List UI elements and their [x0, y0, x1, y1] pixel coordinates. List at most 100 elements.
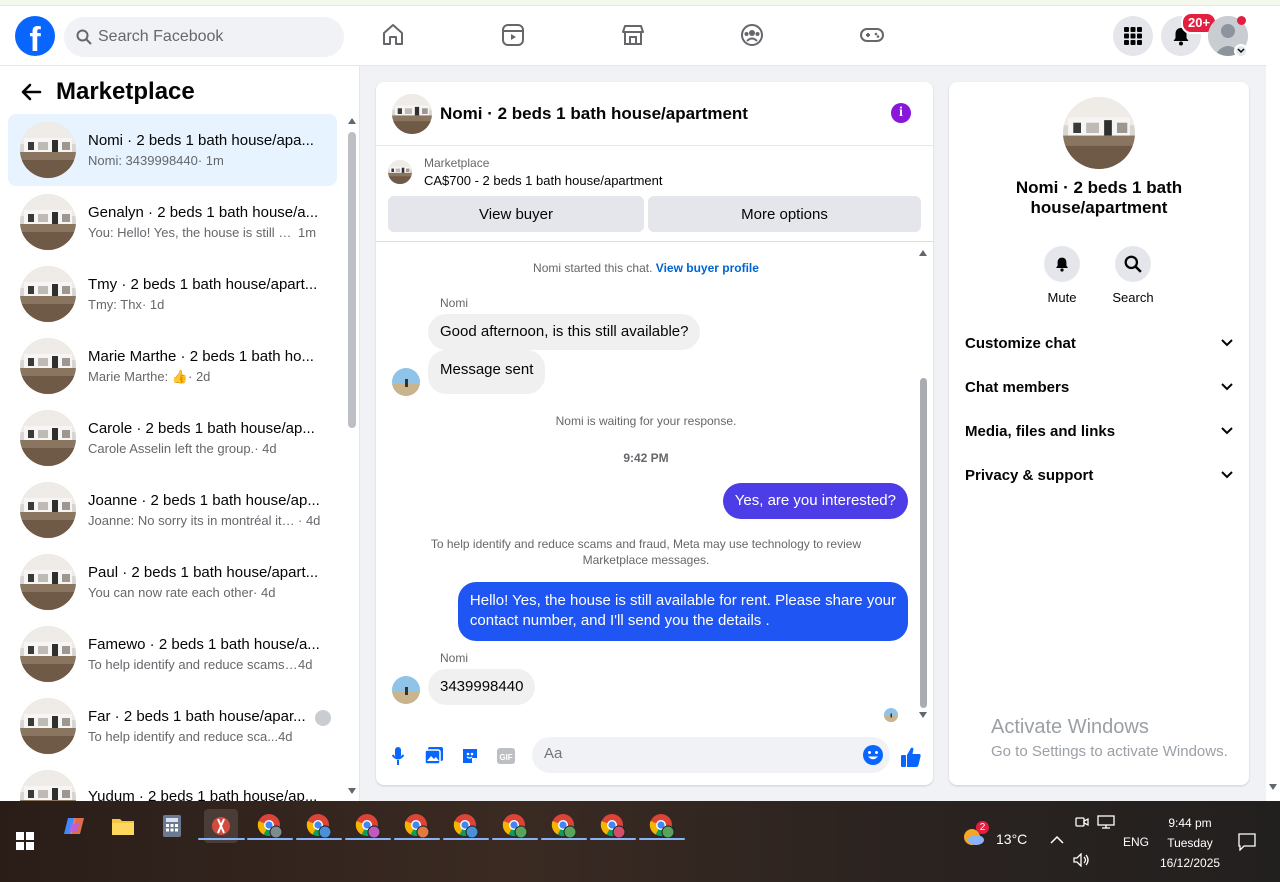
conversation-snippet: Carole Asselin left the group. [88, 441, 255, 456]
view-buyer-profile-link[interactable]: View buyer profile [656, 261, 759, 275]
page-scrollbar[interactable] [1266, 6, 1280, 801]
chevron-up-icon[interactable] [1050, 835, 1064, 844]
scroll-up-arrow-icon[interactable] [348, 118, 356, 124]
conversation-snippet-row: Nomi: 3439998440 · 1m [88, 153, 328, 168]
open-app-indicator [639, 838, 685, 840]
conversation-name: Famewo · 2 beds 1 bath house/a... [88, 636, 320, 653]
sender-avatar[interactable] [392, 676, 420, 704]
conversation-item[interactable]: Nomi · 2 beds 1 bath house/apa... Nomi: 3… [8, 114, 337, 186]
conversation-time: · 1m [197, 153, 224, 168]
chat-started-text: Nomi started this chat. [533, 261, 653, 275]
microphone-icon[interactable] [387, 745, 409, 767]
privacy-support-section[interactable]: Privacy & support [965, 457, 1233, 493]
scroll-down-arrow-icon[interactable] [919, 712, 927, 718]
video-icon[interactable] [498, 20, 528, 50]
meet-now-icon[interactable] [1075, 815, 1089, 829]
chat-scroll-thumb[interactable] [920, 378, 927, 708]
thumbs-up-icon[interactable] [899, 745, 923, 769]
conversation-name: Joanne · 2 beds 1 bath house/ap... [88, 492, 320, 509]
section-label: Customize chat [965, 334, 1076, 352]
conversation-item[interactable]: Genalyn · 2 beds 1 bath house/a... You: H… [8, 186, 337, 258]
scroll-down-arrow-icon[interactable] [1269, 784, 1277, 790]
gaming-icon[interactable] [857, 20, 887, 50]
media-files-links-section[interactable]: Media, files and links [965, 413, 1233, 449]
home-icon[interactable] [378, 20, 408, 50]
scroll-down-arrow-icon[interactable] [348, 788, 356, 794]
search-label: Search [1112, 290, 1154, 305]
menu-grid-button[interactable] [1113, 16, 1153, 56]
groups-icon[interactable] [737, 20, 767, 50]
copilot-icon[interactable] [57, 809, 91, 843]
windows-start-icon[interactable] [8, 824, 42, 858]
search-input[interactable] [98, 28, 318, 46]
chat-members-section[interactable]: Chat members [965, 369, 1233, 405]
conversation-item[interactable]: Tmy · 2 beds 1 bath house/apart... Tmy: T… [8, 258, 337, 330]
listing-photo[interactable] [1063, 97, 1135, 169]
conversation-item[interactable]: Famewo · 2 beds 1 bath house/a... To help… [8, 618, 337, 690]
marketplace-icon[interactable] [618, 20, 648, 50]
message-input-box[interactable] [532, 737, 890, 773]
search-box[interactable] [64, 17, 344, 57]
customize-chat-section[interactable]: Customize chat [965, 325, 1233, 361]
outgoing-message[interactable]: Yes, are you interested? [722, 483, 908, 519]
conversation-snippet-row: To help identify and reduce sca... 4d [88, 729, 328, 744]
conversation-item[interactable]: Yudum · 2 beds 1 bath house/ap... [8, 762, 337, 801]
conversation-item[interactable]: Marie Marthe · 2 beds 1 bath ho... Marie … [8, 330, 337, 402]
notifications-button[interactable]: 20+ [1161, 12, 1218, 56]
incoming-message[interactable]: 3439998440 [428, 669, 536, 705]
language-indicator[interactable]: ENG [1123, 835, 1149, 849]
info-icon[interactable]: i [891, 103, 911, 123]
watermark-title: Activate Windows [991, 716, 1149, 738]
network-icon[interactable] [1097, 815, 1115, 829]
conversation-item[interactable]: Joanne · 2 beds 1 bath house/ap... Joanne… [8, 474, 337, 546]
photo-icon[interactable] [423, 745, 445, 767]
conversation-item[interactable]: Paul · 2 beds 1 bath house/apart... You c… [8, 546, 337, 618]
incoming-message[interactable]: Message sent [428, 350, 546, 394]
sender-avatar[interactable] [392, 368, 420, 396]
chevron-down-icon [1221, 427, 1233, 435]
conversation-item[interactable]: Far · 2 beds 1 bath house/apar... To help… [8, 690, 337, 762]
chat-title[interactable]: Nomi · 2 beds 1 bath house/apartment [440, 104, 748, 124]
conversation-snippet: Joanne: No sorry its in montréal its... [88, 513, 298, 528]
listing-thumbnail[interactable] [388, 160, 412, 184]
conversation-name: Marie Marthe · 2 beds 1 bath ho... [88, 347, 314, 365]
conversation-snippet-row: You can now rate each other · 4d [88, 585, 328, 600]
view-buyer-button[interactable]: View buyer [388, 196, 644, 232]
conversation-time: · 2d [188, 368, 211, 384]
open-app-indicator [345, 838, 391, 840]
calculator-icon[interactable] [155, 809, 189, 843]
sticker-icon[interactable] [459, 745, 481, 767]
emoji-icon[interactable] [862, 744, 884, 766]
conversation-snippet: You: Hello! Yes, the house is still av..… [88, 225, 298, 240]
search-conversation-button[interactable]: Search [1098, 246, 1168, 305]
listing-price-title[interactable]: CA$700 - 2 beds 1 bath house/apartment [424, 173, 663, 188]
back-arrow-icon[interactable] [20, 81, 42, 103]
system-clock[interactable]: 9:44 pm Tuesday 16/12/2025 [1160, 813, 1220, 873]
conversation-time: 4d [278, 729, 293, 744]
grid-icon [1124, 27, 1142, 45]
notification-center-icon[interactable] [1238, 833, 1256, 851]
conversation-thumbnail [20, 338, 76, 394]
sidebar-scroll-thumb[interactable] [348, 132, 356, 428]
bell-icon [1044, 246, 1080, 282]
user-avatar-icon [315, 710, 331, 726]
account-chevron-icon[interactable] [1234, 44, 1248, 58]
scroll-up-arrow-icon[interactable] [919, 250, 927, 256]
conversation-item[interactable]: Carole · 2 beds 1 bath house/ap... Carole… [8, 402, 337, 474]
conversation-thumbnail [20, 194, 76, 250]
conversation-name: Tmy · 2 beds 1 bath house/apart... [88, 276, 318, 293]
more-options-button[interactable]: More options [648, 196, 921, 232]
listing-avatar[interactable] [392, 93, 432, 134]
sender-name: Nomi [440, 296, 469, 310]
file-explorer-icon[interactable] [106, 809, 140, 843]
mute-button[interactable]: Mute [1027, 246, 1097, 305]
message-thread: Nomi started this chat. View buyer profi… [376, 242, 933, 722]
incoming-message[interactable]: Good afternoon, is this still available? [428, 314, 701, 350]
gif-icon[interactable]: GIF [495, 745, 517, 767]
active-app-indicator [198, 838, 245, 840]
message-input[interactable] [544, 745, 844, 762]
outgoing-message[interactable]: Hello! Yes, the house is still available… [457, 582, 908, 641]
conversation-thumbnail [20, 266, 76, 322]
volume-icon[interactable] [1073, 853, 1091, 867]
facebook-logo[interactable]: f [15, 16, 55, 56]
